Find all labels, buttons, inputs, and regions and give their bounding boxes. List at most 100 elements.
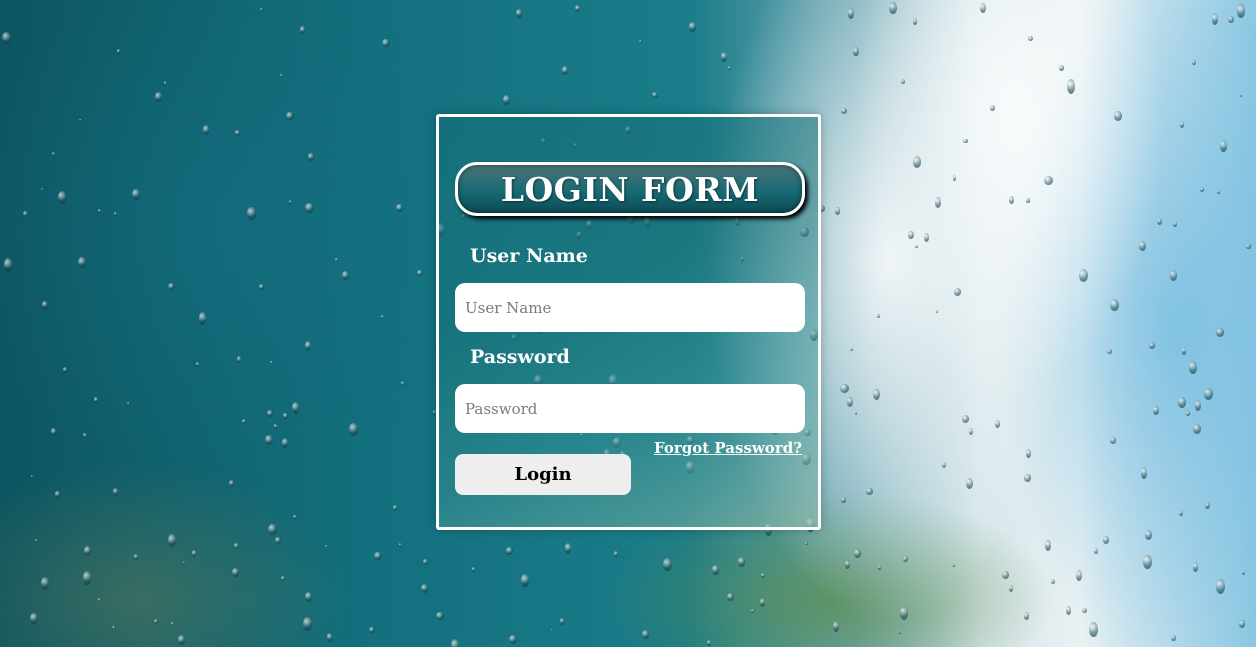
raindrop (840, 496, 846, 504)
raindrop (1185, 410, 1190, 417)
raindrop (1241, 569, 1246, 576)
raindrop (1044, 540, 1052, 551)
raindrop (380, 314, 385, 319)
raindrop (235, 129, 241, 136)
raindrop (663, 557, 672, 572)
username-input[interactable] (455, 283, 805, 332)
raindrop (1140, 466, 1148, 479)
raindrop (1193, 424, 1202, 435)
raindrop (962, 414, 970, 423)
raindrop (737, 556, 746, 567)
raindrop (847, 8, 855, 19)
form-title-banner: LOGIN FORM (455, 162, 805, 216)
raindrop (167, 533, 177, 547)
forgot-password-link[interactable]: Forgot Password? (654, 439, 802, 457)
raindrop (50, 428, 56, 437)
raindrop (1081, 608, 1087, 614)
raindrop (267, 523, 277, 535)
raindrop (761, 572, 766, 579)
raindrop (900, 606, 909, 621)
raindrop (1192, 562, 1199, 572)
raindrop (82, 570, 92, 586)
raindrop (877, 565, 882, 570)
raindrop (40, 577, 49, 590)
raindrop (97, 598, 100, 602)
raindrop (1203, 388, 1213, 401)
raindrop (259, 7, 263, 11)
raindrop (258, 283, 265, 290)
raindrop (1138, 240, 1147, 252)
raindrop (1216, 189, 1220, 195)
raindrop (900, 79, 906, 85)
raindrop (265, 435, 273, 446)
raindrop (422, 559, 429, 565)
raindrop (1143, 554, 1152, 569)
raindrop (1194, 399, 1202, 411)
raindrop (1191, 60, 1196, 66)
raindrop (154, 619, 158, 625)
raindrop (1216, 578, 1226, 595)
raindrop (191, 549, 197, 558)
raindrop (847, 397, 854, 408)
raindrop (1001, 571, 1009, 580)
raindrop (237, 355, 242, 363)
raindrop (286, 112, 294, 120)
raindrop (898, 631, 902, 635)
raindrop (1211, 13, 1219, 26)
raindrop (51, 152, 55, 157)
raindrop (373, 552, 382, 561)
raindrop (832, 621, 839, 632)
raindrop (1219, 139, 1227, 153)
raindrop (1079, 269, 1088, 282)
raindrop (274, 424, 277, 429)
raindrop (1008, 584, 1013, 593)
raindrop (969, 428, 974, 436)
raindrop (559, 617, 565, 625)
raindrop (509, 635, 518, 645)
raindrop (30, 475, 34, 478)
raindrop (1043, 176, 1053, 185)
raindrop (952, 174, 957, 182)
raindrop (1173, 220, 1178, 228)
form-title: LOGIN FORM (500, 169, 760, 209)
raindrop (170, 621, 174, 627)
raindrop (613, 550, 619, 557)
raindrop (126, 401, 130, 405)
raindrop (720, 52, 728, 62)
raindrop (506, 546, 514, 556)
password-label: Password (470, 346, 570, 368)
password-input[interactable] (455, 384, 805, 433)
raindrop (167, 282, 175, 290)
raindrop (304, 591, 313, 602)
raindrop (1114, 111, 1122, 121)
raindrop (872, 388, 880, 401)
raindrop (1178, 397, 1186, 408)
raindrop (97, 209, 102, 214)
raindrop (30, 613, 38, 624)
raindrop (689, 22, 696, 33)
raindrop (1181, 347, 1186, 355)
raindrop (112, 487, 119, 496)
raindrop (1189, 361, 1197, 374)
raindrop (1236, 4, 1246, 18)
raindrop (133, 553, 139, 560)
login-button[interactable]: Login (455, 454, 631, 495)
raindrop (516, 8, 522, 19)
raindrop (994, 419, 1001, 429)
raindrop (1009, 195, 1015, 204)
raindrop (1065, 606, 1072, 615)
raindrop (83, 433, 88, 438)
raindrop (854, 549, 862, 559)
raindrop (324, 544, 328, 549)
raindrop (651, 91, 658, 98)
raindrop (1227, 15, 1234, 23)
raindrop (866, 488, 873, 496)
raindrop (853, 47, 859, 56)
raindrop (42, 301, 48, 310)
raindrop (116, 48, 120, 54)
raindrop (327, 632, 333, 642)
raindrop (934, 197, 941, 208)
raindrop (78, 118, 82, 122)
raindrop (562, 65, 569, 75)
raindrop (241, 419, 246, 425)
